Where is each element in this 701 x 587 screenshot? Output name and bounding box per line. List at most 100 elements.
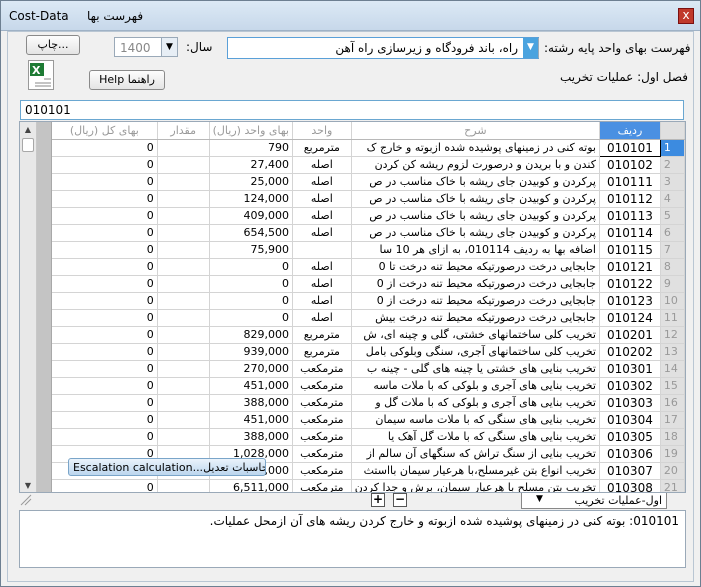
cell-qty[interactable] [157, 156, 210, 174]
cell-unit-price[interactable]: 27,400 [209, 156, 293, 174]
field-select[interactable]: ▼ راه، باند فرودگاه و زیرسازی راه آهن [227, 37, 539, 59]
cell-qty[interactable] [157, 224, 210, 242]
cell-qty[interactable] [157, 394, 210, 412]
scroll-up-icon[interactable]: ▲ [21, 123, 35, 137]
cell-total[interactable]: 0 [52, 207, 158, 225]
cell-qty[interactable] [157, 377, 210, 395]
header-qty[interactable]: مقدار [157, 122, 210, 140]
cell-unit-price[interactable]: 790 [209, 139, 293, 157]
cell-unit-price[interactable]: 0 [209, 292, 293, 310]
year-select[interactable]: 1400 ▼ [114, 37, 178, 57]
table-row[interactable]: 0 451,000 مترمکعب تخریب بنایی های آجری و بل… [52, 377, 685, 395]
cell-total[interactable]: 0 [52, 190, 158, 208]
cell-unit[interactable]: مترمکعب [292, 462, 352, 480]
cell-index[interactable]: 9 [660, 275, 685, 293]
cell-total[interactable]: 0 [52, 241, 158, 259]
close-button[interactable]: x [678, 8, 694, 24]
cell-qty[interactable] [157, 479, 210, 492]
table-row[interactable]: 0 451,000 مترمکعب تخریب بنایی های سنگی که ب… [52, 411, 685, 429]
cell-qty[interactable] [157, 411, 210, 429]
table-row[interactable]: 0 27,400 اصله کندن و با بریدن و درصورت لزوم… [52, 156, 685, 174]
cell-index[interactable]: 11 [660, 309, 685, 327]
table-row[interactable]: 0 25,000 اصله پرکردن و کوبیدن جای ریشه با خ… [52, 173, 685, 191]
cell-qty[interactable] [157, 326, 210, 344]
cell-unit[interactable]: اصله [292, 173, 352, 191]
cell-qty[interactable] [157, 309, 210, 327]
cell-unit[interactable]: اصله [292, 207, 352, 225]
cell-unit-price[interactable]: 388,000 [209, 428, 293, 446]
cell-index[interactable]: 6 [660, 224, 685, 242]
cell-unit[interactable]: مترمکعب [292, 411, 352, 429]
table-row[interactable]: 0 388,000 مترمکعب تخریب بنایی های آجری و بل… [52, 394, 685, 412]
cell-index[interactable]: 8 [660, 258, 685, 276]
table-row[interactable]: 0 270,000 مترمکعب تخریب بنایی های خشتی یا چ… [52, 360, 685, 378]
cell-code[interactable]: 010308 [599, 479, 661, 492]
chevron-down-icon[interactable]: ▼ [161, 38, 177, 56]
cell-code[interactable]: 010201 [599, 326, 661, 344]
cell-desc[interactable]: تخریب بنایی های سنگی که با ملات گل آهک ی… [351, 428, 600, 446]
description-memo[interactable]: 010101: بوته کنی در زمینهای پوشیده شده ا… [19, 510, 686, 568]
table-row[interactable]: 0 790 مترمربع بوته کنی در زمینهای پوشیده شد… [52, 138, 685, 157]
table-row[interactable]: 0 0 اصله جابجایی درخت درصورتیکه محیط تنه در… [52, 292, 685, 310]
cell-index[interactable]: 1 [660, 139, 685, 157]
cell-total[interactable]: 0 [52, 156, 158, 174]
grid-scrollbar[interactable]: ▲ ▼ [20, 122, 37, 492]
cell-unit[interactable]: اصله [292, 156, 352, 174]
header-code[interactable]: ردیف [599, 122, 661, 140]
cell-qty[interactable] [157, 207, 210, 225]
cell-unit[interactable]: مترمکعب [292, 479, 352, 492]
cell-index[interactable]: 12 [660, 326, 685, 344]
cell-desc[interactable]: اضافه بها به ردیف 010114، به ازای هر 10 … [351, 241, 600, 259]
cell-index[interactable]: 15 [660, 377, 685, 395]
cell-desc[interactable]: تخریب کلی ساختمانهای آجری، سنگی وبلوکی ب… [351, 343, 600, 361]
cell-total[interactable]: 0 [52, 224, 158, 242]
cell-unit[interactable]: مترمکعب [292, 360, 352, 378]
cell-code[interactable]: 010112 [599, 190, 661, 208]
cell-code[interactable]: 010113 [599, 207, 661, 225]
table-row[interactable]: 0 829,000 مترمربع تخریب کلی ساختمانهای خشتی… [52, 326, 685, 344]
cell-total[interactable]: 0 [52, 326, 158, 344]
cell-code[interactable]: 010122 [599, 275, 661, 293]
cell-total[interactable]: 0 [52, 139, 158, 157]
cell-unit[interactable]: مترمربع [292, 343, 352, 361]
table-row[interactable]: 0 124,000 اصله پرکردن و کوبیدن جای ریشه با … [52, 190, 685, 208]
cell-desc[interactable]: بوته کنی در زمینهای پوشیده شده ازبوته و … [351, 139, 600, 157]
cell-total[interactable]: 0 [52, 479, 158, 492]
escalation-button[interactable]: Escalation calculation...محاسبات تعدیل [68, 458, 266, 476]
cell-total[interactable]: 0 [52, 173, 158, 191]
cell-total[interactable]: 0 [52, 309, 158, 327]
cell-unit-price[interactable]: 124,000 [209, 190, 293, 208]
cell-qty[interactable] [157, 428, 210, 446]
cell-qty[interactable] [157, 173, 210, 191]
cell-unit-price[interactable]: 939,000 [209, 343, 293, 361]
excel-export-icon[interactable]: X [28, 60, 54, 90]
scroll-down-icon[interactable]: ▼ [21, 479, 35, 492]
cell-unit-price[interactable]: 829,000 [209, 326, 293, 344]
cell-unit[interactable]: اصله [292, 275, 352, 293]
cell-desc[interactable]: کندن و با بریدن و درصورت لزوم ریشه کن کر… [351, 156, 600, 174]
cell-code[interactable]: 010121 [599, 258, 661, 276]
cell-qty[interactable] [157, 292, 210, 310]
cell-index[interactable]: 17 [660, 411, 685, 429]
cell-unit[interactable]: مترمربع [292, 326, 352, 344]
cell-desc[interactable]: تخریب بنایی های خشتی یا چینه های گلی - چ… [351, 360, 600, 378]
cell-index[interactable]: 14 [660, 360, 685, 378]
cell-qty[interactable] [157, 139, 210, 157]
cell-desc[interactable]: پرکردن و کوبیدن جای ریشه با خاک مناسب در… [351, 190, 600, 208]
header-desc[interactable]: شرح [351, 122, 600, 140]
cell-qty[interactable] [157, 190, 210, 208]
help-button[interactable]: Help راهنما [89, 70, 165, 90]
cell-unit[interactable] [292, 241, 352, 259]
add-row-button[interactable]: + [371, 493, 385, 507]
cell-unit[interactable]: اصله [292, 190, 352, 208]
header-total[interactable]: بهای کل (ریال) [52, 122, 158, 140]
cell-code[interactable]: 010123 [599, 292, 661, 310]
print-button[interactable]: چاپ... [26, 35, 80, 55]
chapter-tab[interactable]: اول-عملیات تخریب ▼ [521, 493, 667, 509]
cell-desc[interactable]: جابجایی درخت درصورتیکه محیط تنه درخت از … [351, 275, 600, 293]
cell-code[interactable]: 010305 [599, 428, 661, 446]
cell-code[interactable]: 010306 [599, 445, 661, 463]
table-row[interactable]: 0 939,000 مترمربع تخریب کلی ساختمانهای آجری… [52, 343, 685, 361]
cell-desc[interactable]: تخریب بتن مسلح با هرعیار سیمان، برش و جد… [351, 479, 600, 492]
cell-desc[interactable]: جابجایی درخت درصورتیکه محیط تنه درخت از … [351, 292, 600, 310]
